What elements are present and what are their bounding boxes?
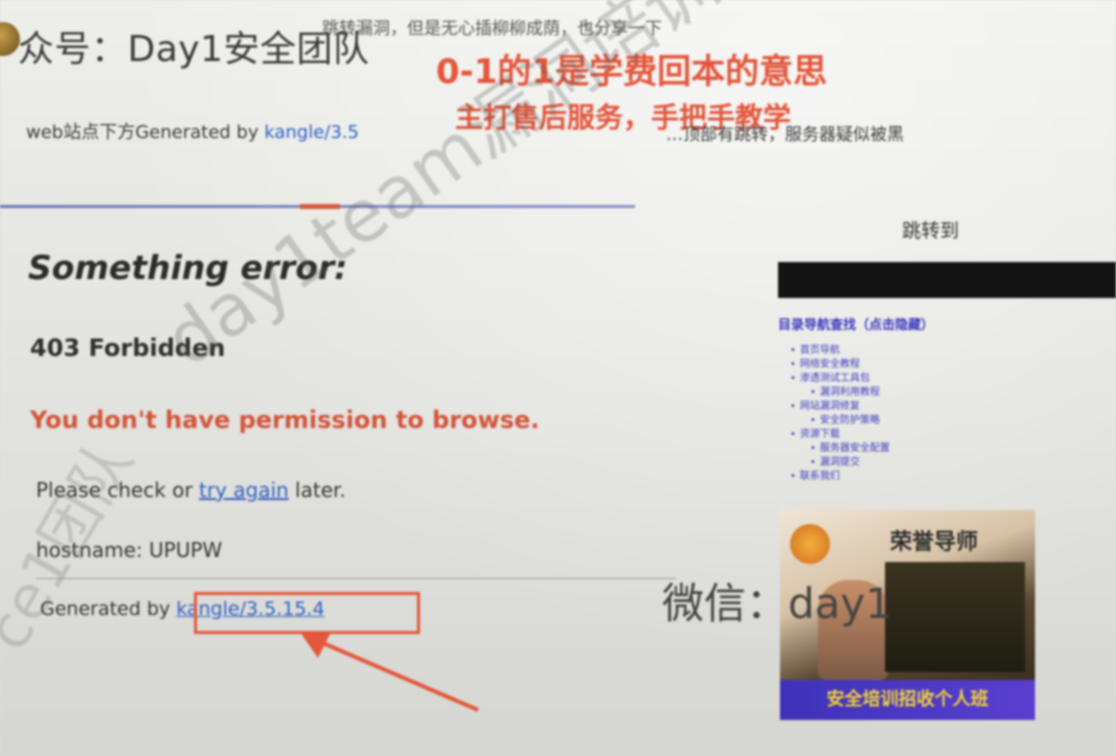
sidebar-item[interactable]: 漏洞提交 — [790, 456, 890, 470]
sidebar-item[interactable]: 服务器安全配置 — [790, 442, 890, 456]
wechat-label: 微信：day1 — [662, 579, 892, 628]
star-icon — [790, 524, 830, 564]
sidebar-dark-bar — [778, 262, 1116, 298]
sidebar-item[interactable]: 网络安全教程 — [790, 358, 890, 372]
sidebar-heading[interactable]: 目录导航查找（点击隐藏） — [778, 314, 934, 333]
sidebar-item[interactable]: 网站漏洞修复 — [790, 400, 890, 414]
sidebar-item[interactable]: 渗透测试工具包 — [790, 372, 890, 386]
sidebar-item[interactable]: 安全防护策略 — [790, 414, 890, 428]
sidebar-item[interactable]: 漏洞利用教程 — [790, 386, 890, 400]
photographed-screen: 众号：Day1安全团队 跳转漏洞，但是无心插柳柳成荫，也分享一下 0-1的1是学… — [0, 0, 1116, 756]
banner-caption: 荣誉导师 — [890, 530, 979, 555]
sidebar-item[interactable]: 首页导航 — [790, 344, 890, 358]
banner-dark-panel — [885, 562, 1025, 672]
banner-strip: 安全培训招收个人班 — [780, 680, 1035, 720]
sidebar-item[interactable]: 资源下载 — [790, 428, 890, 442]
sidebar-list: 首页导航 网络安全教程 渗透测试工具包 漏洞利用教程 网站漏洞修复 安全防护策略… — [790, 344, 890, 484]
sidebar-title: 跳转到 — [902, 220, 960, 242]
sidebar-item[interactable]: 联系我们 — [790, 470, 890, 484]
